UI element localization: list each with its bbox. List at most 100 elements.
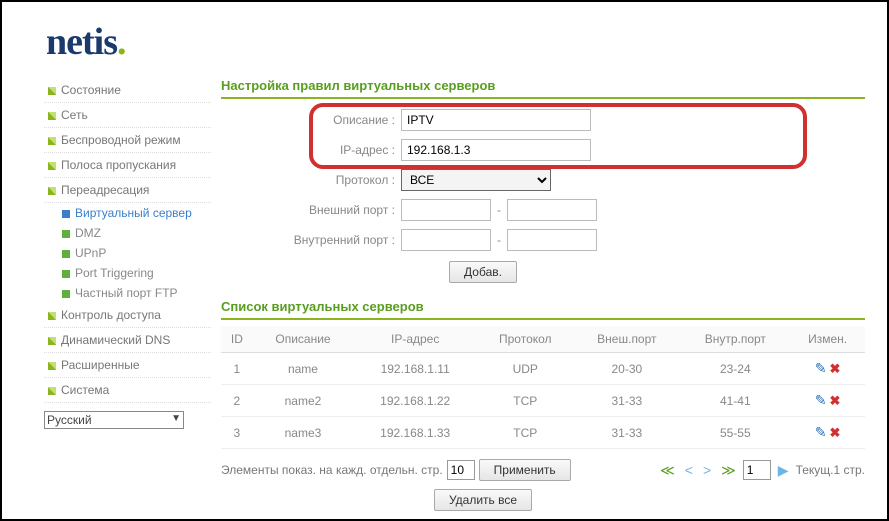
cell-proto: UDP [477, 353, 573, 385]
pager-first-icon[interactable]: ≪ [657, 462, 678, 479]
cell-id: 3 [221, 417, 253, 449]
cell-int: 55-55 [680, 417, 790, 449]
label-int-port: Внутренний порт : [221, 233, 401, 247]
cell-actions: ✎✖ [790, 417, 865, 449]
logo-area: netis. [2, 2, 887, 78]
cell-id: 1 [221, 353, 253, 385]
cell-proto: TCP [477, 417, 573, 449]
sidebar-item-5[interactable]: Виртуальный сервер [44, 203, 211, 223]
cell-descr: name2 [253, 385, 353, 417]
cell-ext: 31-33 [573, 417, 680, 449]
bullet-icon [48, 362, 56, 370]
sidebar-item-6[interactable]: DMZ [44, 223, 211, 243]
sidebar-item-label: Беспроводной режим [61, 133, 181, 147]
table-row: 3name3192.168.1.33TCP31-3355-55✎✖ [221, 417, 865, 449]
pager-prev-icon[interactable]: < [682, 462, 696, 478]
col-ext: Внеш.порт [573, 326, 680, 353]
bullet-icon [62, 270, 70, 278]
pager-go-icon[interactable]: ▶ [775, 462, 792, 479]
col-act: Измен. [790, 326, 865, 353]
edit-icon[interactable]: ✎ [815, 392, 827, 408]
pager-next-icon[interactable]: > [700, 462, 714, 478]
table-row: 2name2192.168.1.22TCP31-3341-41✎✖ [221, 385, 865, 417]
sidebar-item-label: Полоса пропускания [61, 158, 176, 172]
edit-icon[interactable]: ✎ [815, 360, 827, 376]
cell-id: 2 [221, 385, 253, 417]
sidebar-item-label: Состояние [61, 83, 121, 97]
bullet-icon [48, 187, 56, 195]
pager-last-icon[interactable]: ≫ [718, 462, 739, 479]
sidebar-item-2[interactable]: Беспроводной режим [44, 128, 211, 153]
col-ip: IP-адрес [353, 326, 477, 353]
label-ip: IP-адрес : [221, 143, 401, 157]
list-title: Список виртуальных серверов [221, 299, 865, 320]
bullet-icon [62, 230, 70, 238]
sidebar-item-label: Система [61, 383, 109, 397]
bullet-icon [48, 387, 56, 395]
bullet-icon [48, 162, 56, 170]
ip-input[interactable] [401, 139, 591, 161]
page-input[interactable] [743, 460, 771, 480]
label-description: Описание : [221, 113, 401, 127]
sidebar-item-label: Переадресация [61, 183, 149, 197]
sidebar-item-3[interactable]: Полоса пропускания [44, 153, 211, 178]
sidebar-item-11[interactable]: Динамический DNS [44, 328, 211, 353]
cell-ext: 31-33 [573, 385, 680, 417]
sidebar-item-label: Контроль доступа [61, 308, 161, 322]
col-int: Внутр.порт [680, 326, 790, 353]
logo: netis. [46, 21, 126, 63]
bullet-icon [62, 250, 70, 258]
cell-actions: ✎✖ [790, 385, 865, 417]
ext-port-from-input[interactable] [401, 199, 491, 221]
bullet-icon [62, 290, 70, 298]
sidebar-item-label: Виртуальный сервер [75, 206, 192, 220]
pager-label: Элементы показ. на кажд. отдельн. стр. [221, 463, 443, 477]
cell-actions: ✎✖ [790, 353, 865, 385]
add-button[interactable]: Добав. [449, 261, 517, 283]
bullet-icon [48, 87, 56, 95]
sidebar-item-label: Динамический DNS [61, 333, 170, 347]
col-descr: Описание [253, 326, 353, 353]
cell-ip: 192.168.1.22 [353, 385, 477, 417]
sidebar-item-label: Расширенные [61, 358, 140, 372]
delete-icon[interactable]: ✖ [830, 361, 841, 376]
ext-port-to-input[interactable] [507, 199, 597, 221]
servers-table: ID Описание IP-адрес Протокол Внеш.порт … [221, 326, 865, 449]
sidebar-item-1[interactable]: Сеть [44, 103, 211, 128]
delete-all-button[interactable]: Удалить все [434, 489, 532, 511]
label-ext-port: Внешний порт : [221, 203, 401, 217]
bullet-icon [48, 337, 56, 345]
delete-icon[interactable]: ✖ [830, 425, 841, 440]
label-protocol: Протокол : [221, 173, 401, 187]
cell-int: 41-41 [680, 385, 790, 417]
protocol-select[interactable]: ВСЕ [401, 169, 551, 191]
col-proto: Протокол [477, 326, 573, 353]
sidebar-item-12[interactable]: Расширенные [44, 353, 211, 378]
cell-ext: 20-30 [573, 353, 680, 385]
int-port-to-input[interactable] [507, 229, 597, 251]
cell-ip: 192.168.1.11 [353, 353, 477, 385]
chevron-down-icon: ▼ [171, 413, 181, 424]
sidebar-item-4[interactable]: Переадресация [44, 178, 211, 203]
col-id: ID [221, 326, 253, 353]
pager-current: Текущ.1 стр. [796, 463, 865, 477]
sidebar-item-10[interactable]: Контроль доступа [44, 303, 211, 328]
language-select[interactable]: Русский▼ [44, 411, 184, 429]
sidebar-item-13[interactable]: Система [44, 378, 211, 403]
sidebar-item-label: DMZ [75, 226, 101, 240]
apply-button[interactable]: Применить [479, 459, 571, 481]
table-row: 1name192.168.1.11UDP20-3023-24✎✖ [221, 353, 865, 385]
cell-descr: name [253, 353, 353, 385]
int-port-from-input[interactable] [401, 229, 491, 251]
bullet-icon [48, 112, 56, 120]
description-input[interactable] [401, 109, 591, 131]
bullet-icon [48, 312, 56, 320]
cell-descr: name3 [253, 417, 353, 449]
per-page-input[interactable] [447, 460, 475, 480]
cell-int: 23-24 [680, 353, 790, 385]
edit-icon[interactable]: ✎ [815, 424, 827, 440]
sidebar-item-0[interactable]: Состояние [44, 78, 211, 103]
sidebar-item-label: Сеть [61, 108, 88, 122]
delete-icon[interactable]: ✖ [830, 393, 841, 408]
cell-proto: TCP [477, 385, 573, 417]
